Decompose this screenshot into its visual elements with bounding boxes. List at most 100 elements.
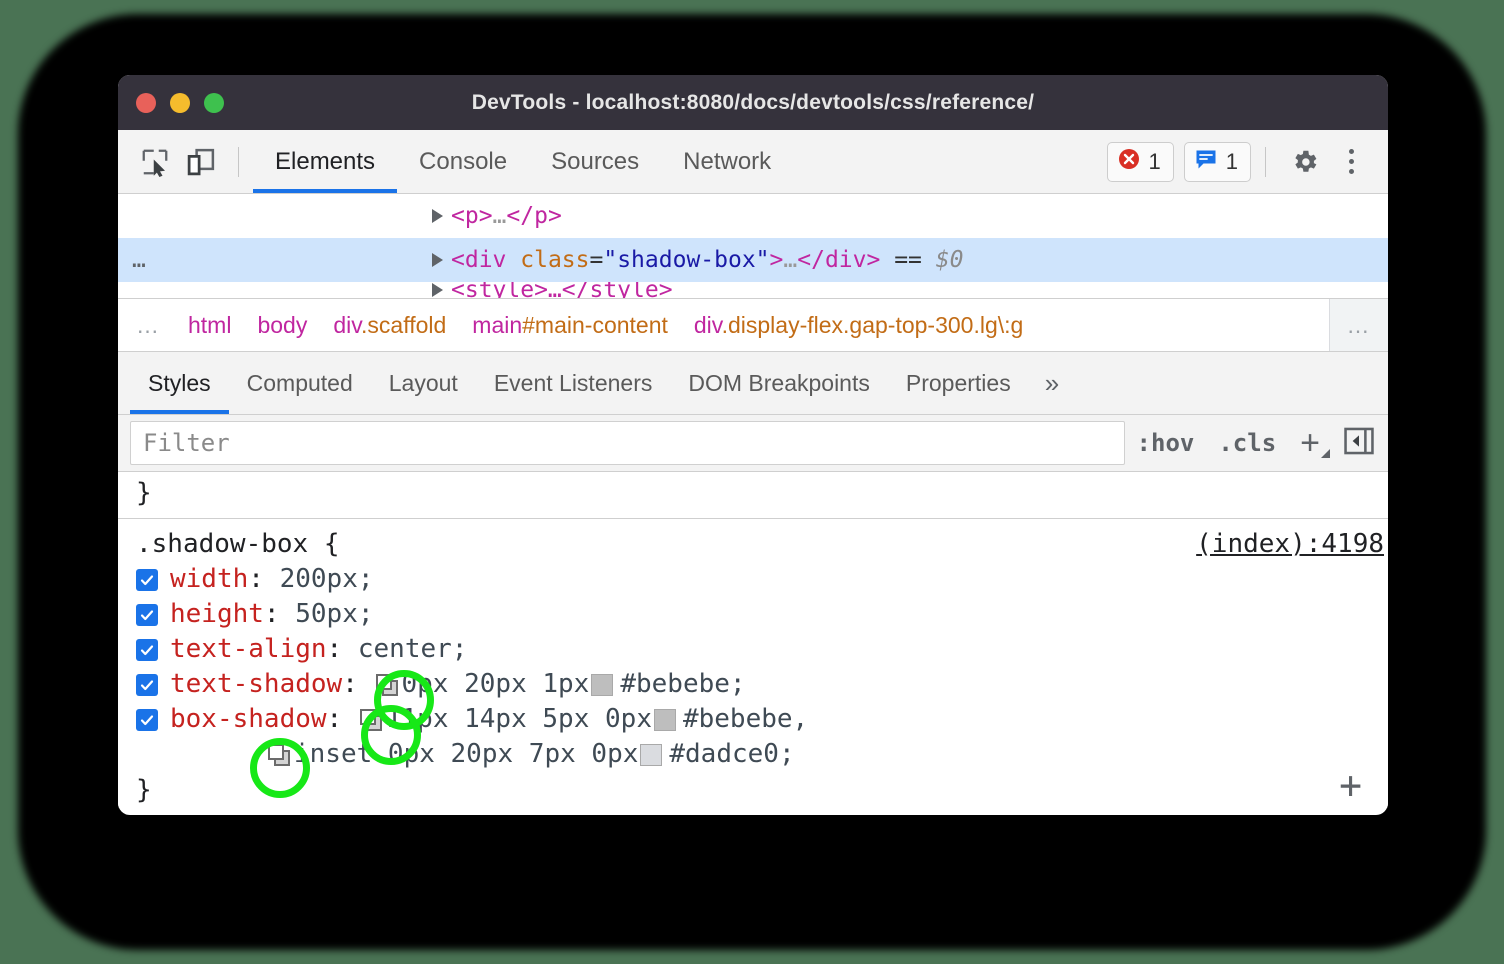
breadcrumb-item-main-content[interactable]: main#main-content — [459, 312, 681, 339]
dom-row-leading-dots[interactable]: … — [132, 247, 194, 273]
tab-layout-label: Layout — [389, 370, 458, 397]
tab-sources-label: Sources — [551, 148, 639, 176]
tab-styles[interactable]: Styles — [130, 352, 229, 414]
gear-icon[interactable] — [1280, 139, 1330, 185]
shadow-editor-icon[interactable] — [268, 744, 290, 766]
dom-dollar-zero: $0 — [936, 247, 964, 273]
devtools-window: DevTools - localhost:8080/docs/devtools/… — [118, 75, 1388, 815]
declaration-colon: : — [264, 597, 295, 632]
declaration-color-text[interactable]: #dadce0; — [669, 737, 794, 772]
declaration-value[interactable]: 11px 14px 5px 0px — [386, 702, 652, 737]
dom-row-content-selected: <div class="shadow-box">…</div> == $0 — [432, 247, 963, 273]
declaration-checkbox[interactable] — [136, 639, 158, 661]
dock-to-side-icon[interactable] — [1342, 424, 1376, 463]
declaration-value[interactable]: 200px; — [280, 562, 374, 597]
breadcrumb-ext: .display-flex.gap-top-300.lg\:g — [722, 312, 1024, 338]
maximize-window-button[interactable] — [204, 93, 224, 113]
dropdown-caret-icon — [1321, 449, 1330, 458]
declaration-checkbox[interactable] — [136, 709, 158, 731]
dom-ellipsis: … — [493, 203, 507, 229]
rule-source-link[interactable]: (index):4198 — [1196, 527, 1384, 562]
breadcrumb-item-div-display-flex[interactable]: div.display-flex.gap-top-300.lg\:g — [681, 312, 1036, 339]
declaration-color-text[interactable]: #bebebe, — [683, 702, 808, 737]
dom-attr-name: class — [520, 247, 589, 273]
tab-elements[interactable]: Elements — [253, 130, 397, 193]
message-count-badge[interactable]: 1 — [1184, 142, 1251, 182]
color-swatch[interactable] — [640, 744, 662, 766]
declaration-value[interactable]: 0px 20px 1px — [402, 667, 590, 702]
breadcrumb-overflow-right[interactable]: … — [1329, 299, 1388, 351]
declaration-property[interactable]: text-align — [170, 632, 327, 667]
tab-sources[interactable]: Sources — [529, 130, 661, 193]
plus-icon: + — [1300, 424, 1320, 462]
declaration-colon: : — [327, 702, 358, 737]
rule-closing-brace: } — [118, 772, 1388, 808]
toolbar-divider — [238, 147, 239, 177]
toggle-class-button[interactable]: .cls — [1206, 429, 1288, 457]
dom-tag-open: <p> — [451, 203, 493, 229]
tab-network-label: Network — [683, 148, 771, 176]
tab-layout[interactable]: Layout — [371, 352, 476, 414]
tab-event-listeners[interactable]: Event Listeners — [476, 352, 671, 414]
tab-styles-label: Styles — [148, 370, 211, 397]
tab-network[interactable]: Network — [661, 130, 793, 193]
expand-triangle-icon[interactable] — [432, 283, 443, 297]
expand-triangle-icon[interactable] — [432, 253, 443, 267]
rule-selector[interactable]: .shadow-box { — [136, 527, 340, 562]
kebab-menu-icon[interactable] — [1330, 139, 1372, 185]
dom-tree-row-p[interactable]: <p>…</p> — [118, 194, 1388, 238]
minimize-window-button[interactable] — [170, 93, 190, 113]
css-rule-shadow-box: .shadow-box { (index):4198 width: 200px;… — [118, 519, 1388, 808]
breadcrumb: … html body div.scaffold main#main-conte… — [118, 298, 1388, 352]
more-tabs-chevron-icon[interactable]: » — [1029, 352, 1075, 414]
tab-dom-breakpoints-label: DOM Breakpoints — [688, 370, 870, 397]
breadcrumb-item-div-scaffold[interactable]: div.scaffold — [320, 312, 459, 339]
add-declaration-plus-icon[interactable]: + — [1339, 766, 1362, 804]
declaration-property[interactable]: text-shadow — [170, 667, 342, 702]
declaration-value[interactable]: 50px; — [295, 597, 373, 632]
breadcrumb-overflow-left[interactable]: … — [118, 312, 175, 339]
new-style-rule-button[interactable]: + — [1288, 426, 1336, 460]
declaration-property[interactable]: height — [170, 597, 264, 632]
shadow-editor-icon[interactable] — [360, 709, 382, 731]
declaration-checkbox[interactable] — [136, 569, 158, 591]
dom-tree-row-shadow-box[interactable]: … <div class="shadow-box">…</div> == $0 — [118, 238, 1388, 282]
filter-input[interactable]: Filter — [130, 421, 1125, 465]
declaration-color-text[interactable]: #bebebe; — [620, 667, 745, 702]
more-tabs-label: » — [1045, 368, 1059, 399]
declaration-text-shadow: text-shadow: 0px 20px 1px#bebebe; — [118, 667, 1388, 702]
toggle-hover-state-button[interactable]: :hov — [1125, 429, 1207, 457]
message-count: 1 — [1226, 149, 1238, 175]
breadcrumb-ext: #main-content — [522, 312, 668, 338]
inspect-cursor-icon[interactable] — [132, 140, 178, 184]
breadcrumb-item-html[interactable]: html — [175, 312, 244, 339]
tab-console[interactable]: Console — [397, 130, 529, 193]
tab-dom-breakpoints[interactable]: DOM Breakpoints — [670, 352, 888, 414]
device-toolbar-icon[interactable] — [178, 140, 224, 184]
color-swatch[interactable] — [654, 709, 676, 731]
dom-tree: <p>…</p> … <div class="shadow-box">…</di… — [118, 194, 1388, 298]
declaration-value[interactable]: inset 0px 20px 7px 0px — [294, 737, 638, 772]
color-swatch[interactable] — [591, 674, 613, 696]
dom-tree-row-partial[interactable]: <style>…</style> — [118, 282, 1388, 298]
breadcrumb-item-body[interactable]: body — [244, 312, 320, 339]
tab-computed[interactable]: Computed — [229, 352, 371, 414]
breadcrumb-tag: body — [257, 312, 307, 338]
declaration-colon: : — [248, 562, 279, 597]
declaration-checkbox[interactable] — [136, 604, 158, 626]
previous-rule-closing-brace: } — [118, 472, 1388, 519]
breadcrumb-tag: div — [694, 312, 722, 338]
close-window-button[interactable] — [136, 93, 156, 113]
expand-triangle-icon[interactable] — [432, 209, 443, 223]
breadcrumb-ext: .scaffold — [361, 312, 446, 338]
shadow-editor-icon[interactable] — [376, 674, 398, 696]
tab-properties[interactable]: Properties — [888, 352, 1029, 414]
error-count-badge[interactable]: 1 — [1107, 142, 1174, 182]
declaration-property[interactable]: box-shadow — [170, 702, 327, 737]
declaration-property[interactable]: width — [170, 562, 248, 597]
dom-tag-open: <div — [451, 247, 506, 273]
declaration-checkbox[interactable] — [136, 674, 158, 696]
toolbar-divider-2 — [1265, 147, 1266, 177]
declaration-value[interactable]: center; — [358, 632, 468, 667]
declaration-text-align: text-align: center; — [118, 632, 1388, 667]
